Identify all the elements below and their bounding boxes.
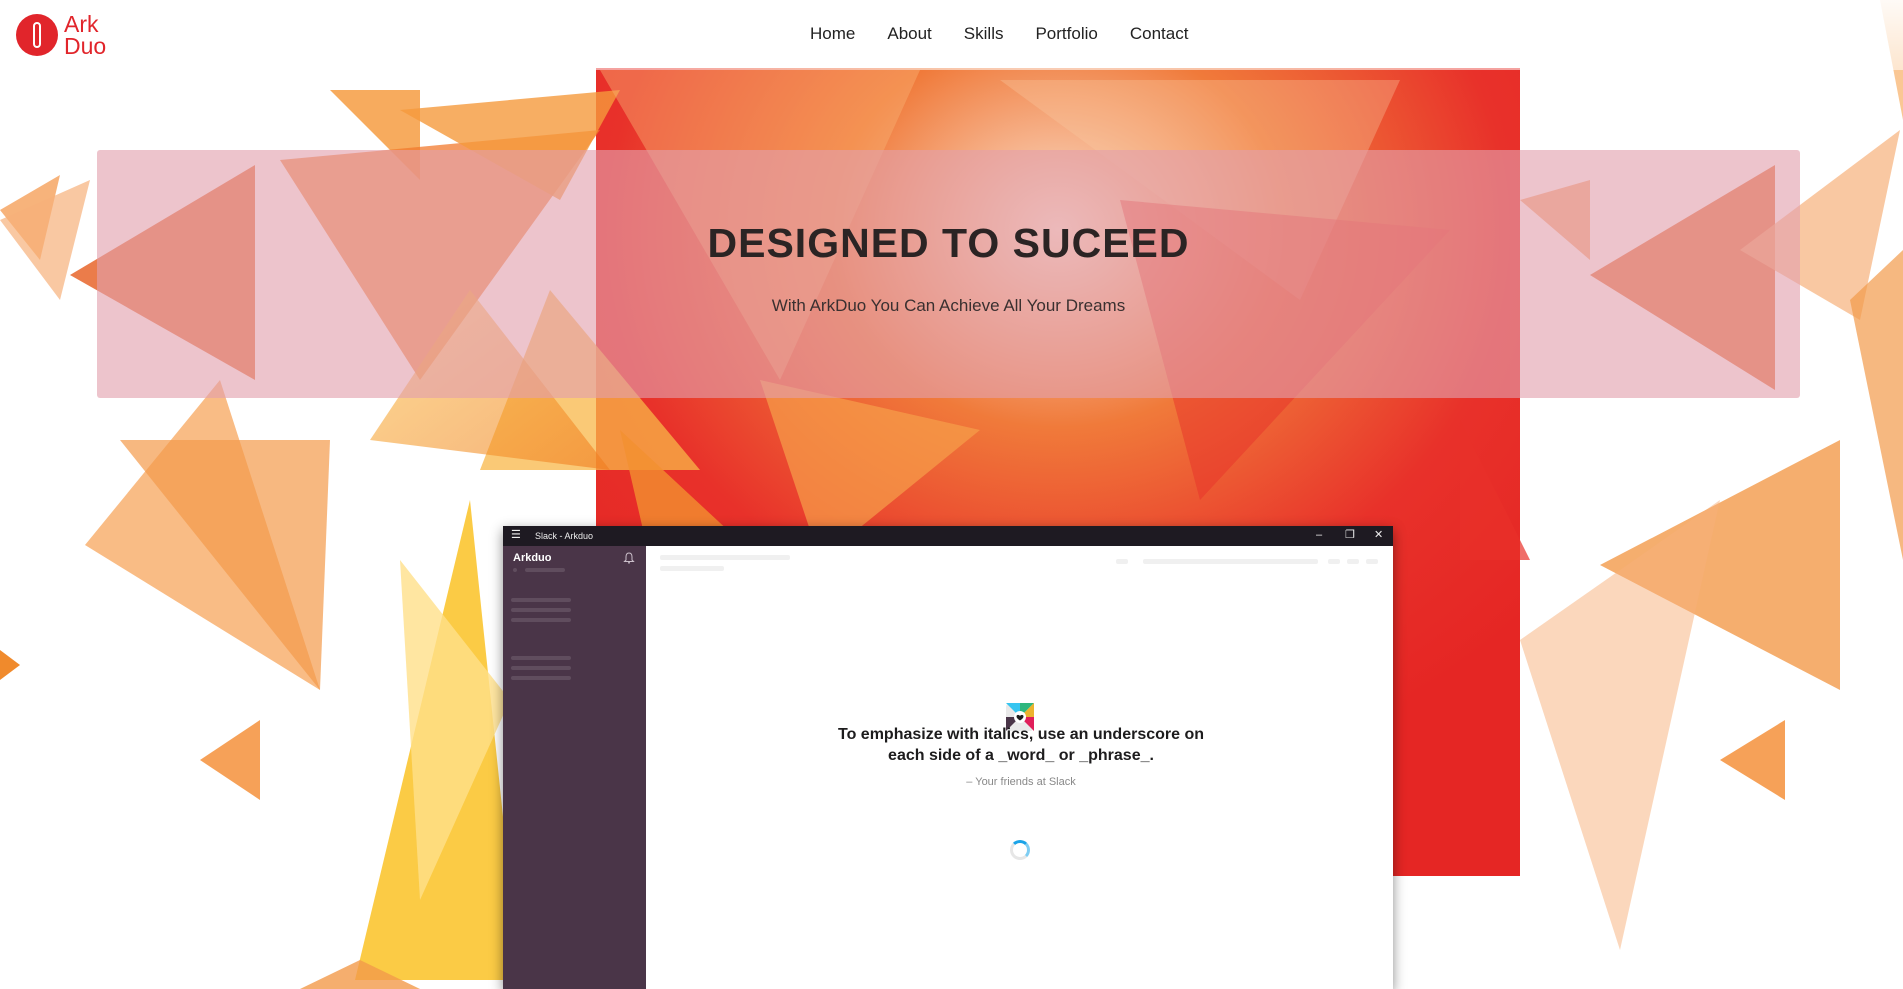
- brand-logo[interactable]: Ark Duo: [16, 12, 110, 58]
- status-skeleton: [513, 568, 517, 572]
- brand-name: Ark Duo: [64, 11, 107, 59]
- site-header: Ark Duo Home About Skills Portfolio Cont…: [0, 0, 1903, 70]
- channel-skeleton: [511, 656, 571, 660]
- channel-skeleton: [511, 676, 571, 680]
- app-titlebar: ☰ Slack - Arkduo – ❐ ✕: [503, 526, 1393, 546]
- close-icon: ✕: [1374, 529, 1384, 541]
- workspace-name: Arkduo: [513, 552, 552, 564]
- hero-title: DESIGNED TO SUCEED: [707, 220, 1190, 266]
- restore-icon: ❐: [1345, 529, 1355, 541]
- search-skeleton: [1143, 559, 1318, 564]
- hero-banner: DESIGNED TO SUCEED With ArkDuo You Can A…: [97, 150, 1800, 398]
- channel-skeleton: [511, 608, 571, 612]
- header-skeleton: [1366, 559, 1378, 564]
- nav-about[interactable]: About: [887, 24, 931, 44]
- app-window-title: Slack - Arkduo: [535, 531, 594, 541]
- header-skeleton: [1347, 559, 1359, 564]
- nav-contact[interactable]: Contact: [1130, 24, 1189, 44]
- app-screenshot: ☰ Slack - Arkduo – ❐ ✕ Arkduo To emphasi…: [503, 526, 1393, 989]
- minimize-icon: –: [1316, 529, 1323, 541]
- channel-skeleton: [511, 598, 571, 602]
- hero-subtitle: With ArkDuo You Can Achieve All Your Dre…: [771, 296, 1126, 315]
- nav-portfolio[interactable]: Portfolio: [1035, 24, 1097, 44]
- logo-icon: [16, 14, 58, 56]
- main-nav: Home About Skills Portfolio Contact: [810, 24, 1220, 44]
- brand-name-line2: Duo: [64, 33, 107, 59]
- app-sidebar: Arkduo: [503, 546, 646, 989]
- header-skeleton: [1328, 559, 1340, 564]
- nav-home[interactable]: Home: [810, 24, 855, 44]
- channel-skeleton: [511, 618, 571, 622]
- header-skeleton: [1116, 559, 1128, 564]
- status-skeleton: [525, 568, 565, 572]
- channel-skeleton: [511, 666, 571, 670]
- app-main-pane: To emphasize with italics, use an unders…: [646, 546, 1393, 989]
- loading-tip: To emphasize with italics, use an unders…: [837, 726, 1204, 764]
- hamburger-icon: ☰: [511, 529, 521, 541]
- loading-spinner-icon: [1010, 840, 1030, 860]
- header-skeleton: [660, 555, 790, 560]
- brand-name-line1: Ark: [64, 11, 99, 37]
- nav-skills[interactable]: Skills: [964, 24, 1004, 44]
- tip-source: – Your friends at Slack: [966, 776, 1076, 788]
- bell-icon: [623, 552, 635, 564]
- header-skeleton: [660, 566, 724, 571]
